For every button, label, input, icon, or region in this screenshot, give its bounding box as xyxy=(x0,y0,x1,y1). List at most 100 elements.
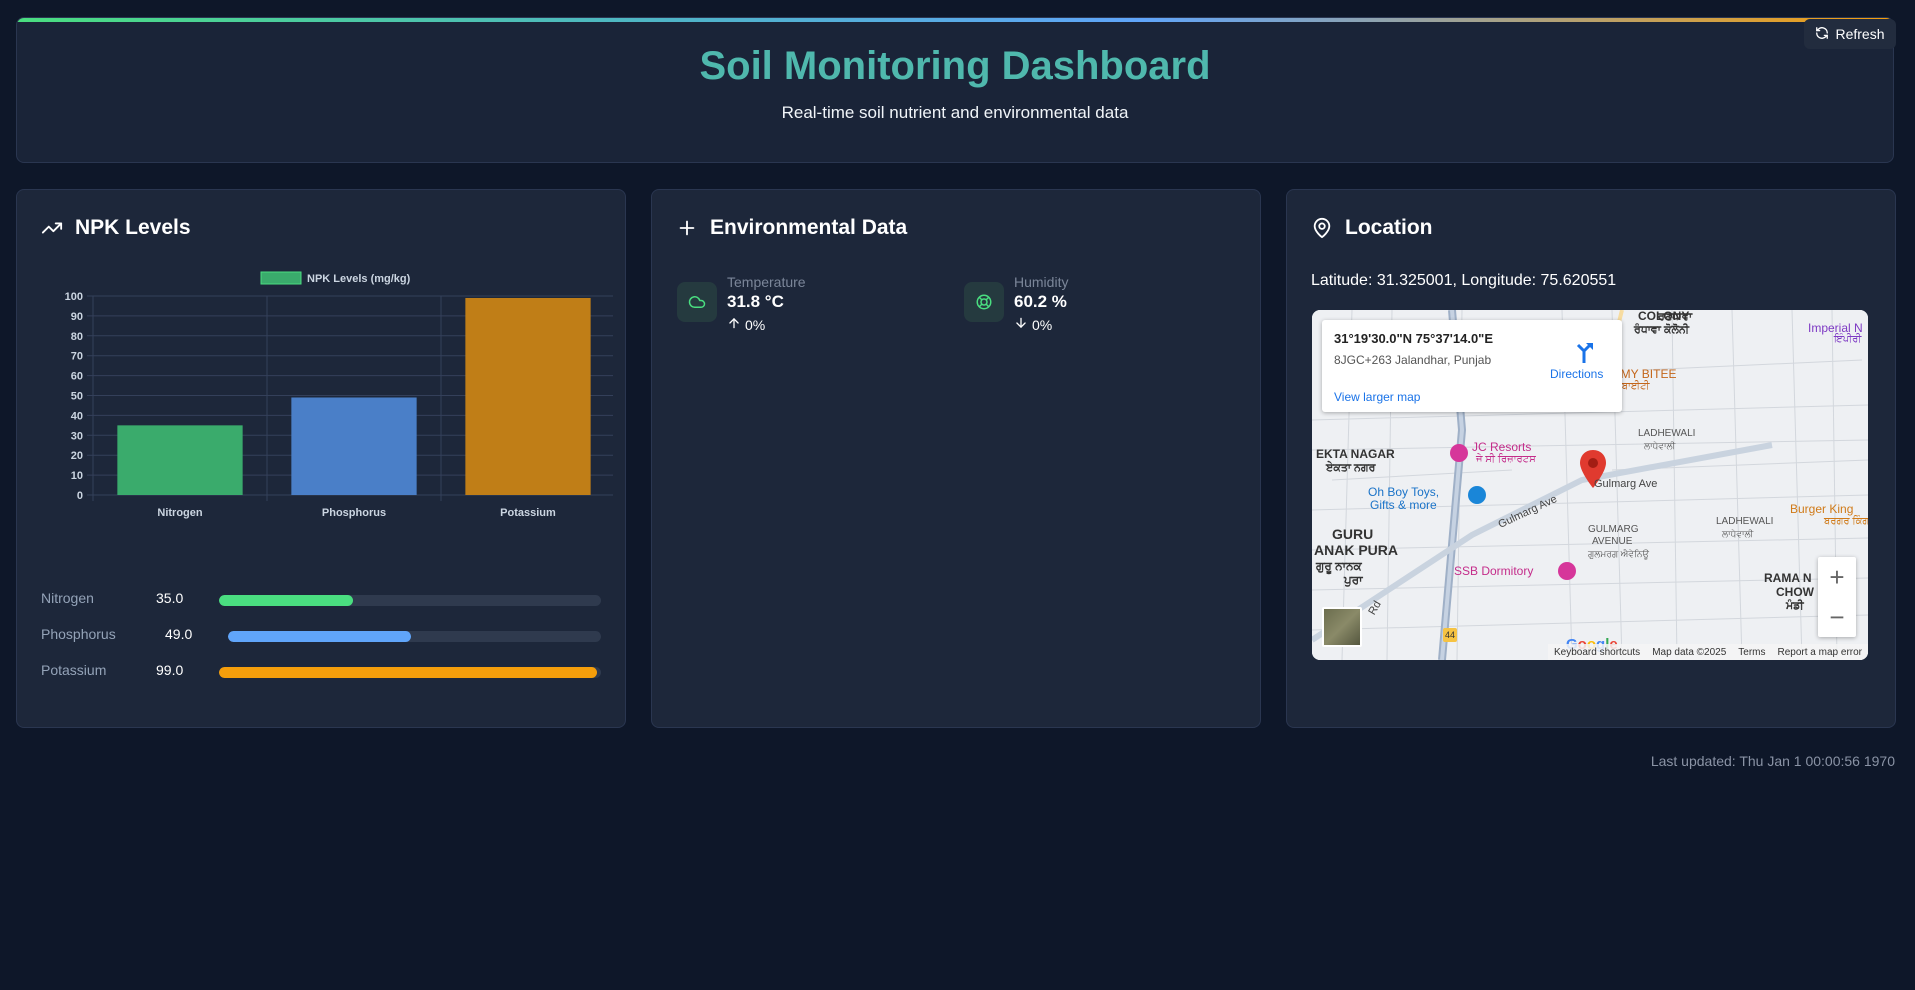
arrow-up-icon xyxy=(727,316,741,333)
chart-y-tick: 60 xyxy=(71,371,83,383)
satellite-toggle[interactable] xyxy=(1322,607,1362,647)
map-label-ssb: SSB Dormitory xyxy=(1454,564,1534,578)
temperature-trend-value: 0% xyxy=(745,316,766,333)
humidity-label: Humidity xyxy=(1014,274,1069,290)
oh-boy-marker xyxy=(1468,486,1486,506)
chart-y-tick: 40 xyxy=(71,410,83,422)
npk-progress-fill xyxy=(219,595,353,606)
map-label-gulmarg-ave: Gulmarg Ave xyxy=(1594,478,1658,490)
map-label-gulmarg-avenue-2: AVENUE xyxy=(1592,536,1633,547)
chart-y-tick: 80 xyxy=(71,331,83,343)
chart-x-tick: Nitrogen xyxy=(157,507,203,519)
map-label-ladhewali-2: LADHEWALI xyxy=(1716,516,1774,527)
map-label-guru-1: GURU xyxy=(1332,526,1374,542)
chart-y-tick: 100 xyxy=(65,291,83,303)
directions-icon[interactable] xyxy=(1574,341,1594,368)
chart-y-tick: 20 xyxy=(71,450,83,462)
embedded-map[interactable]: ਰਣਧਾਵਾ COLONY ਰੰਧਾਵਾ ਕੋਲੋਨੀ Imperial N ਇ… xyxy=(1312,310,1868,660)
map-label-colony: COLONY xyxy=(1638,310,1690,323)
humidity-trend-value: 0% xyxy=(1032,316,1053,333)
arrow-down-icon xyxy=(1014,316,1028,333)
humidity-value: 60.2 % xyxy=(1014,292,1067,311)
coordinates-text: Latitude: 31.325001, Longitude: 75.62055… xyxy=(1311,272,1617,289)
map-label-rama-pa: ਮੰਡੀ xyxy=(1786,600,1804,612)
last-updated-text: Last updated: Thu Jan 1 00:00:56 1970 xyxy=(1650,753,1895,769)
refresh-label: Refresh xyxy=(1835,26,1885,42)
npk-row-phosphorus: Phosphorus 49.0 xyxy=(41,626,601,646)
map-label-ekta-pa: ਏਕਤਾ ਨਗਰ xyxy=(1326,462,1376,474)
highway-shield: 44 xyxy=(1443,628,1458,642)
map-label-burger-pa: ਬਰਗਰ ਕਿੰਗ xyxy=(1824,516,1868,527)
map-footer: Keyboard shortcuts Map data ©2025 Terms … xyxy=(1548,644,1868,660)
map-label-ladhewali-1-pa: ਲਾਧੇਵਾਲੀ xyxy=(1644,441,1676,451)
npk-progress-fill xyxy=(228,631,411,642)
temperature-value: 31.8 °C xyxy=(727,292,784,311)
npk-progress-track xyxy=(219,667,601,678)
keyboard-shortcuts-link[interactable]: Keyboard shortcuts xyxy=(1554,647,1640,658)
chart-y-tick: 0 xyxy=(77,490,83,502)
environmental-card: Environmental Data Temperature 31.8 °C 0… xyxy=(651,189,1261,728)
temperature-label: Temperature xyxy=(727,274,806,290)
npk-card-title: NPK Levels xyxy=(75,216,191,239)
chart-bar-potassium xyxy=(465,297,591,495)
refresh-button[interactable]: Refresh xyxy=(1804,19,1896,49)
map-label-imperial: Imperial N xyxy=(1808,321,1863,335)
map-data-text: Map data ©2025 xyxy=(1652,646,1727,658)
npk-row-potassium: Potassium 99.0 xyxy=(41,662,601,682)
map-label-ladhewali-2-pa: ਲਾਧੇਵਾਲੀ xyxy=(1722,529,1754,539)
map-label-burger: Burger King xyxy=(1790,502,1854,516)
header-panel: Soil Monitoring Dashboard Real-time soil… xyxy=(16,17,1894,163)
npk-name: Phosphorus xyxy=(41,626,116,642)
location-card: Location Latitude: 31.325001, Longitude:… xyxy=(1286,189,1896,728)
directions-link[interactable]: Directions xyxy=(1550,367,1603,381)
chart-y-tick: 30 xyxy=(71,430,83,442)
map-label-colony-pa: ਰੰਧਾਵਾ ਕੋਲੋਨੀ xyxy=(1634,324,1690,336)
map-label-jc: JC Resorts xyxy=(1472,440,1532,454)
environmental-card-title: Environmental Data xyxy=(710,216,908,239)
chart-x-tick: Phosphorus xyxy=(322,507,386,519)
trending-up-icon xyxy=(41,217,63,244)
npk-name: Nitrogen xyxy=(41,590,94,606)
npk-card: NPK Levels NPK Levels (mg/kg) 0 10 20 30 40 50… xyxy=(16,189,626,728)
terms-link[interactable]: Terms xyxy=(1738,647,1765,658)
npk-value: 49.0 xyxy=(165,626,193,642)
map-zoom-controls: + − xyxy=(1818,557,1856,637)
map-label-ekta: EKTA NAGAR xyxy=(1316,447,1395,461)
lifebuoy-icon xyxy=(964,282,1004,322)
temperature-trend: 0% xyxy=(727,316,765,333)
refresh-icon xyxy=(1815,26,1829,43)
cloud-icon xyxy=(677,282,717,322)
map-label-imperial-pa: ਇੰਪੀਰੀ xyxy=(1834,334,1862,345)
chart-bar-nitrogen xyxy=(117,425,243,495)
map-label-gulmarg-avenue-pa: ਗੁਲਮਰਗ ਐਵੇਨਿਊ xyxy=(1588,549,1649,559)
map-label-jc-pa: ਜੇ ਸੀ ਰਿਜ਼ਾਰਟਸ xyxy=(1476,454,1536,465)
header-gradient-bar xyxy=(17,18,1893,22)
chart-x-tick: Potassium xyxy=(500,507,556,519)
map-label-guru-pa-1: ਗੁਰੂ ਨਾਨਕ xyxy=(1316,559,1362,573)
npk-row-nitrogen: Nitrogen 35.0 xyxy=(41,590,601,610)
npk-progress-fill xyxy=(219,667,598,678)
zoom-out-button[interactable]: − xyxy=(1818,597,1856,637)
map-info-coordinates: 31°19'30.0"N 75°37'14.0"E xyxy=(1334,331,1494,346)
npk-value: 35.0 xyxy=(156,590,184,606)
npk-progress-track xyxy=(219,595,601,606)
map-label-rama-1: RAMA N xyxy=(1764,571,1812,585)
temperature-item: Temperature 31.8 °C 0% xyxy=(677,274,947,334)
humidity-item: Humidity 60.2 % 0% xyxy=(964,274,1234,334)
chart-y-tick: 90 xyxy=(71,311,83,323)
map-label-guru-2: ANAK PURA xyxy=(1314,542,1398,558)
map-label-ladhewali-1: LADHEWALI xyxy=(1638,428,1696,439)
chart-y-tick: 50 xyxy=(71,391,83,403)
npk-value: 99.0 xyxy=(156,662,184,678)
chart-legend-label: NPK Levels (mg/kg) xyxy=(307,273,411,285)
humidity-trend: 0% xyxy=(1014,316,1052,333)
chart-bar-phosphorus xyxy=(291,397,417,495)
report-map-error-link[interactable]: Report a map error xyxy=(1778,647,1862,658)
location-card-title: Location xyxy=(1345,216,1433,239)
view-larger-map-link[interactable]: View larger map xyxy=(1334,390,1420,404)
chart-y-tick: 70 xyxy=(71,351,83,363)
zoom-in-button[interactable]: + xyxy=(1818,557,1856,597)
map-pin-icon xyxy=(1311,217,1333,244)
chart-legend-swatch xyxy=(260,271,302,285)
map-label-rama-2: CHOW xyxy=(1776,585,1814,599)
